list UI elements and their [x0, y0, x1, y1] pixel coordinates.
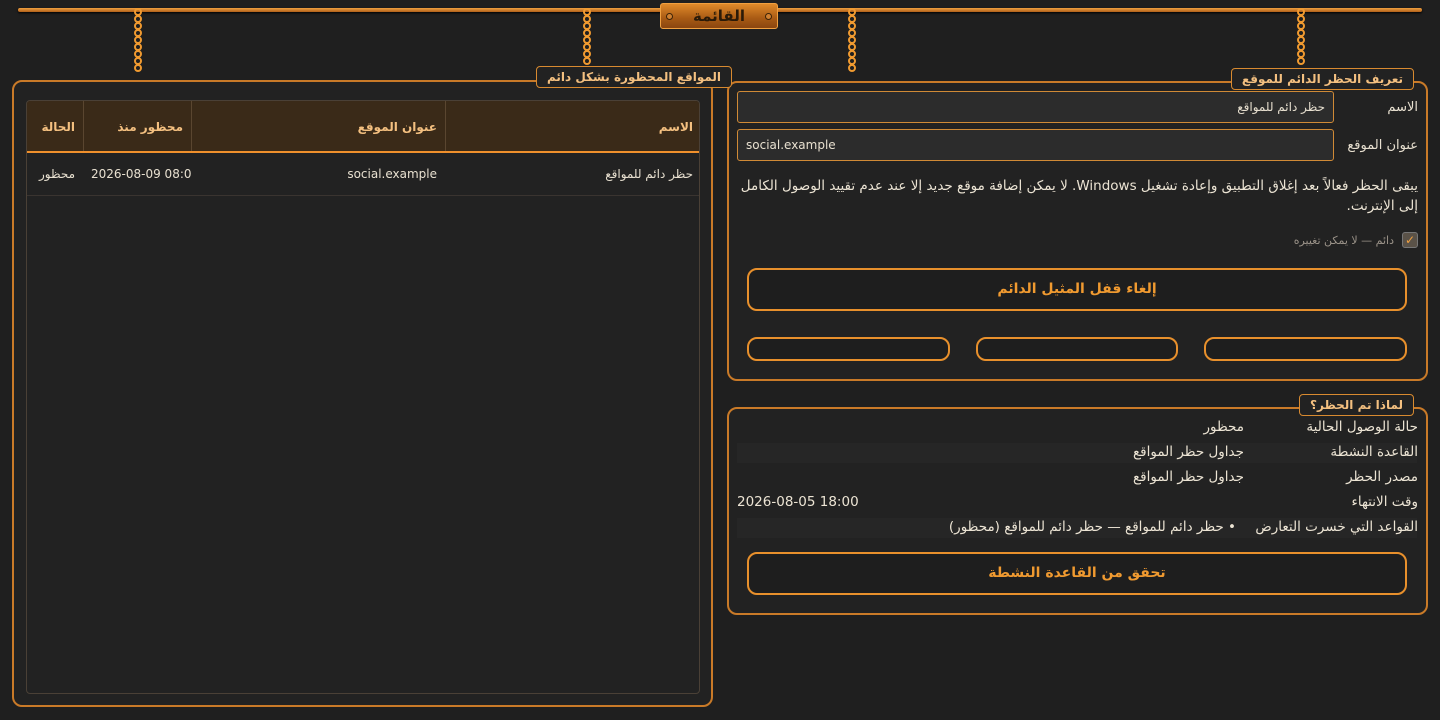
blocked-sites-table: الاسم عنوان الموقع محظور منذ الحالة حظر … [26, 100, 700, 694]
unlock-permanent-button[interactable]: إلغاء قفل المثيل الدائم [747, 268, 1407, 311]
chain-decoration [846, 8, 858, 72]
why-key: القواعد التي خسرت التعارض [1255, 519, 1418, 535]
row-band [737, 443, 1417, 463]
table-header: الاسم عنوان الموقع محظور منذ الحالة [27, 101, 699, 153]
chain-decoration [1295, 8, 1307, 65]
why-key: حالة الوصول الحالية [1306, 419, 1418, 435]
table-row[interactable]: حظر دائم للمواقع social.example 2026-08-… [27, 153, 699, 196]
check-icon: ✓ [1404, 233, 1416, 247]
check-active-rule-button[interactable]: تحقق من القاعدة النشطة [747, 552, 1407, 595]
pin-icon [765, 13, 772, 20]
column-name[interactable]: الاسم [445, 101, 699, 151]
url-label: عنوان الموقع [1347, 138, 1418, 153]
definition-panel [727, 81, 1428, 381]
blocked-sites-legend: المواقع المحظورة بشكل دائم [536, 66, 732, 88]
persistence-notice: يبقى الحظر فعالاً بعد إغلاق التطبيق وإعا… [740, 178, 1418, 214]
name-label: الاسم [1387, 100, 1418, 115]
name-input[interactable] [737, 91, 1334, 123]
why-key: القاعدة النشطة [1330, 444, 1418, 460]
menu-button[interactable]: القائمة [660, 3, 778, 29]
column-url[interactable]: عنوان الموقع [191, 101, 445, 151]
action-button-3[interactable] [747, 337, 950, 361]
why-value: 2026-08-05 18:00 [737, 494, 859, 510]
cell-name: حظر دائم للمواقع [605, 167, 693, 181]
cell-status: محظور [38, 167, 75, 181]
menu-label: القائمة [693, 7, 745, 25]
permanent-label: دائم — لا يمكن تغييره [1293, 233, 1394, 247]
definition-legend: تعريف الحظر الدائم للموقع [1230, 68, 1414, 90]
chain-decoration [132, 8, 144, 72]
why-key: مصدر الحظر [1346, 469, 1418, 485]
action-button-2[interactable] [976, 337, 1178, 361]
why-value: محظور [1203, 419, 1244, 435]
cell-url: social.example [347, 167, 437, 181]
why-key: وقت الانتهاء [1351, 494, 1419, 510]
column-status[interactable]: الحالة [27, 101, 83, 151]
url-input[interactable] [737, 129, 1334, 161]
permanent-checkbox[interactable]: ✓ [1402, 232, 1418, 248]
permanent-row: ✓ دائم — لا يمكن تغييره [1294, 232, 1418, 248]
why-legend: لماذا تم الحظر؟ [1299, 394, 1414, 416]
action-button-1[interactable] [1204, 337, 1407, 361]
why-value: جداول حظر المواقع [1133, 444, 1244, 460]
why-value: جداول حظر المواقع [1133, 469, 1244, 485]
why-value: • حظر دائم للمواقع — حظر دائم للمواقع (م… [948, 519, 1236, 535]
chain-decoration [581, 8, 593, 65]
column-blocked-since[interactable]: محظور منذ [83, 101, 191, 151]
pin-icon [666, 13, 673, 20]
cell-blocked-since: 2026-08-09 08:00 [91, 167, 191, 181]
